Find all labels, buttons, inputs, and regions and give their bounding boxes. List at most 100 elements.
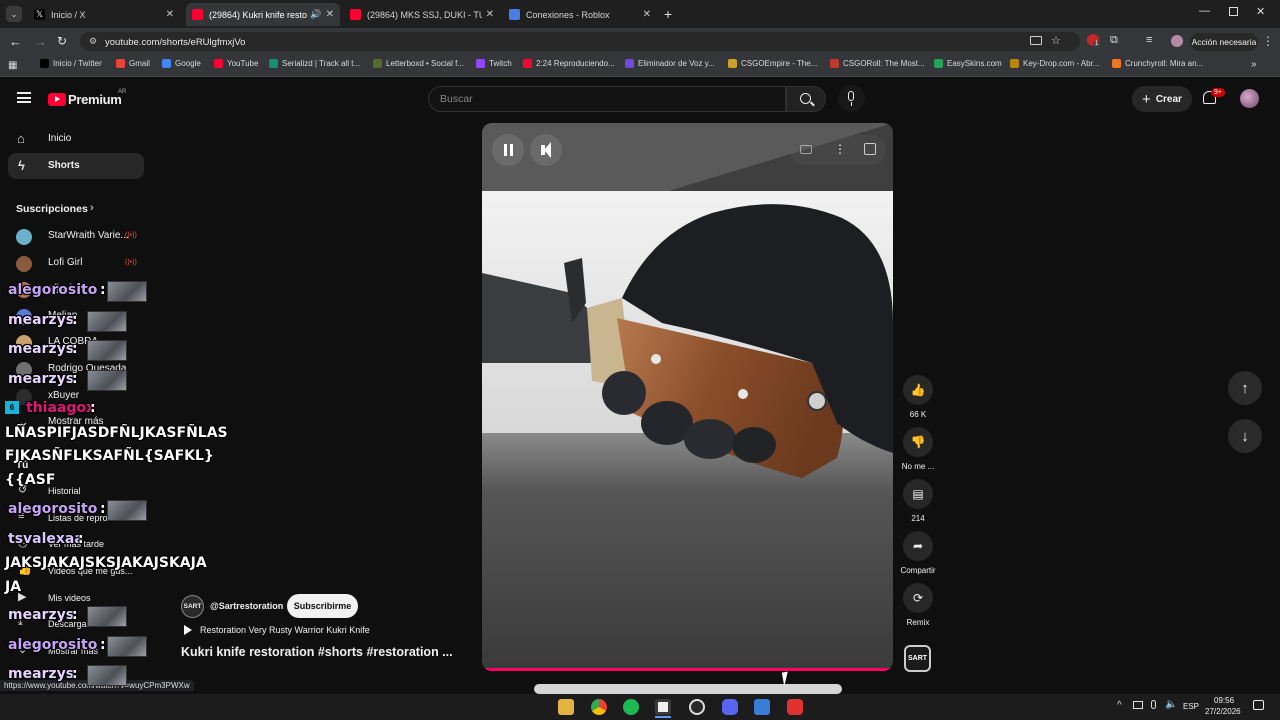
game-launcher-icon[interactable] <box>787 699 803 715</box>
channel-handle[interactable]: @Sartrestoration <box>210 601 283 611</box>
bookmark-item[interactable]: Eliminador de Voz y... <box>625 59 715 68</box>
bookmark-item[interactable]: Key-Drop.com - Abr... <box>1010 59 1099 68</box>
spotify-icon[interactable] <box>623 699 639 715</box>
bookmarks-overflow-icon[interactable]: » <box>1251 59 1257 70</box>
bookmark-item[interactable]: Inicio / Twitter <box>40 59 102 68</box>
sidebar-item-you[interactable]: Mis videos <box>48 593 91 603</box>
sidebar-subscription-item[interactable]: Lofi Girl <box>48 257 82 268</box>
channel-sound-avatar[interactable]: SART <box>904 645 931 672</box>
tab-inicio-x[interactable]: 𝕏 Inicio / X ✕ <box>28 3 180 26</box>
create-label: Crear <box>1155 93 1182 105</box>
account-avatar[interactable] <box>1240 89 1259 108</box>
notification-center-icon[interactable] <box>1253 700 1264 710</box>
fullscreen-icon[interactable] <box>864 143 876 155</box>
microphone-tray-icon[interactable] <box>1151 700 1156 709</box>
puzzle-extensions-icon[interactable]: ⧉ <box>1110 34 1118 47</box>
captions-icon[interactable] <box>800 145 812 154</box>
more-options-icon[interactable]: ⋮ <box>834 142 846 156</box>
subscriptions-heading[interactable]: Suscripciones <box>16 203 88 215</box>
horizontal-scrollbar[interactable] <box>534 684 842 694</box>
apps-grid-icon[interactable]: ▦ <box>8 60 17 71</box>
tab-mks-duki[interactable]: (29864) MKS SSJ, DUKI - TU SI... ✕ <box>344 3 500 26</box>
url-text[interactable]: youtube.com/shorts/eRUlgfmxjVo <box>105 37 245 48</box>
bookmark-item[interactable]: YouTube <box>214 59 258 68</box>
comment-icon: ▤ <box>912 487 924 501</box>
search-input[interactable]: Buscar <box>440 93 473 105</box>
comment-button[interactable]: ▤ <box>903 479 933 509</box>
back-icon[interactable]: ← <box>9 34 22 49</box>
search-button[interactable] <box>786 86 826 112</box>
language-indicator[interactable]: ESP <box>1183 702 1199 711</box>
sidebar-subscription-item[interactable]: StarWraith Varie... <box>48 230 129 241</box>
dislike-button[interactable]: 👎 <box>903 427 933 457</box>
minimize-icon[interactable]: — <box>1199 5 1210 17</box>
bookmark-item[interactable]: Letterboxd • Social f... <box>373 59 464 68</box>
short-title[interactable]: Kukri knife restoration #shorts #restora… <box>181 645 453 659</box>
playlist-link[interactable]: Restoration Very Rusty Warrior Kukri Kni… <box>200 625 370 635</box>
bookmark-item[interactable]: CSGORoll: The Most... <box>830 59 925 68</box>
channel-avatar[interactable]: SART <box>181 595 204 618</box>
bookmark-item[interactable]: Serializd | Track all t... <box>269 59 360 68</box>
voice-search-button[interactable] <box>838 85 865 112</box>
close-tab-icon[interactable]: ✕ <box>326 9 334 20</box>
tab-media-icon[interactable]: ≡ <box>1146 34 1152 46</box>
volume-tray-icon[interactable]: 🔈 <box>1165 699 1177 710</box>
action-needed-button[interactable]: Acción necesaria <box>1190 33 1258 51</box>
obs-icon[interactable] <box>689 699 705 715</box>
remix-button[interactable]: ⟳ <box>903 583 933 613</box>
pause-button[interactable] <box>492 134 524 166</box>
chrome-icon[interactable] <box>591 699 607 715</box>
youtube-logo[interactable]: Premium <box>48 92 122 107</box>
clock-date[interactable]: 27/2/2026 <box>1205 707 1241 716</box>
bookmark-item[interactable]: CSGOEmpire - The... <box>728 59 817 68</box>
hamburger-menu-icon[interactable] <box>17 92 31 103</box>
bookmark-star-icon[interactable]: ☆ <box>1051 34 1061 47</box>
search-box[interactable] <box>428 86 786 112</box>
discord-icon[interactable] <box>722 699 738 715</box>
bookmark-item[interactable]: 2:24 Reproduciendo... <box>523 59 615 68</box>
short-video-player[interactable]: ⋮ <box>482 123 893 671</box>
forward-icon[interactable]: → <box>34 34 47 49</box>
bookmark-favicon-icon <box>728 59 737 68</box>
site-info-icon[interactable]: ⚙ <box>89 36 97 47</box>
bookmark-item[interactable]: Crunchyroll: Mira an... <box>1112 59 1203 68</box>
tab-search-button[interactable]: ⌄ <box>6 6 22 22</box>
close-tab-icon[interactable]: ✕ <box>643 9 651 20</box>
channel-avatar[interactable] <box>16 229 32 245</box>
close-tab-icon[interactable]: ✕ <box>486 9 494 20</box>
create-button[interactable]: + Crear <box>1132 86 1192 112</box>
chat-username: alegorosito <box>8 282 98 298</box>
file-explorer-icon[interactable] <box>558 699 574 715</box>
tab-roblox[interactable]: Conexiones - Roblox ✕ <box>503 3 657 26</box>
share-button[interactable]: ➦ <box>903 531 933 561</box>
chat-message-text: JAKSJAKAJSKSJAKAJSKAJA <box>5 555 207 571</box>
close-window-icon[interactable]: ✕ <box>1256 5 1265 18</box>
bookmark-item[interactable]: Google <box>162 59 201 68</box>
bookmark-item[interactable]: Gmail <box>116 59 150 68</box>
bookmark-item[interactable]: Twitch <box>476 59 512 68</box>
profile-avatar[interactable] <box>1171 35 1183 47</box>
channel-avatar[interactable] <box>16 256 32 272</box>
new-tab-button[interactable]: + <box>664 6 672 22</box>
like-button[interactable]: 👍 <box>903 375 933 405</box>
network-icon[interactable] <box>1133 701 1143 709</box>
speaker-icon[interactable]: 🔊 <box>310 9 321 20</box>
tab-kukri-knife[interactable]: (29864) Kukri knife restorati 🔊 ✕ <box>186 3 340 26</box>
sidebar-item-inicio[interactable] <box>8 126 144 152</box>
bookmark-label: YouTube <box>227 59 259 68</box>
restore-icon[interactable] <box>1229 7 1238 16</box>
mute-button[interactable] <box>530 134 562 166</box>
bookmark-item[interactable]: EasySkins.com <box>934 59 1002 68</box>
close-tab-icon[interactable]: ✕ <box>166 9 174 20</box>
clock-time[interactable]: 09:56 <box>1214 696 1234 705</box>
previous-short-button[interactable]: ↑ <box>1228 371 1262 405</box>
subscribe-button[interactable]: Subscribirme <box>287 594 358 618</box>
reload-icon[interactable]: ↻ <box>57 34 67 48</box>
cast-icon[interactable] <box>1030 36 1042 45</box>
browser-menu-icon[interactable]: ⋮ <box>1262 34 1274 48</box>
next-short-button[interactable]: ↓ <box>1228 419 1262 453</box>
app-icon[interactable] <box>754 699 770 715</box>
system-tray-chevron-icon[interactable]: ^ <box>1117 700 1122 711</box>
notepad-icon[interactable] <box>655 699 671 715</box>
bookmark-favicon-icon <box>214 59 223 68</box>
